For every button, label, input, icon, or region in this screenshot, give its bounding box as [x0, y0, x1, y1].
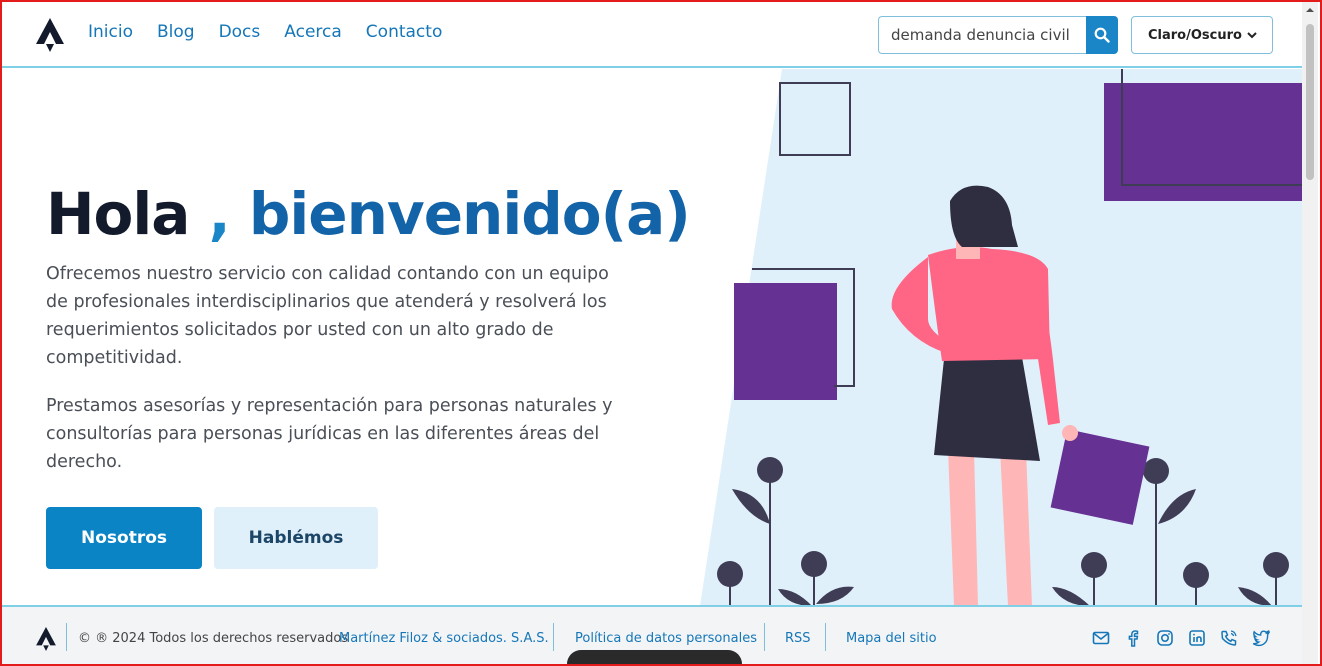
hero-paragraph-1: Ofrecemos nuestro servicio con calidad c…: [46, 264, 609, 368]
hero-title-comma: ,: [208, 180, 231, 248]
taskbar-dock: [567, 650, 742, 664]
social-icons: [1092, 629, 1270, 647]
hero-title-welcome: bienvenido(a): [248, 180, 691, 248]
browser-frame: Inicio Blog Docs Acerca Contacto Claro/O…: [0, 0, 1322, 666]
instagram-icon[interactable]: [1156, 629, 1174, 647]
facebook-icon[interactable]: [1124, 629, 1142, 647]
site-logo-icon[interactable]: [36, 18, 64, 52]
main-nav: Inicio Blog Docs Acerca Contacto: [88, 22, 466, 42]
footer-privacy-link[interactable]: Política de datos personales: [575, 631, 757, 646]
footer-divider: [764, 623, 765, 651]
hablemos-button[interactable]: Hablémos: [214, 507, 378, 569]
hero-title-hola: Hola: [46, 180, 190, 248]
nosotros-button[interactable]: Nosotros: [46, 507, 202, 569]
nav-acerca[interactable]: Acerca: [284, 22, 342, 42]
search-button[interactable]: [1086, 16, 1118, 54]
scroll-up-arrow-icon[interactable]: [1306, 6, 1314, 14]
theme-select-value: Claro/Oscuro: [1148, 27, 1242, 43]
linkedin-icon[interactable]: [1188, 629, 1206, 647]
scrollbar-thumb[interactable]: [1306, 24, 1314, 180]
footer-sitemap-link[interactable]: Mapa del sitio: [846, 631, 937, 646]
chevron-down-icon: [1247, 32, 1257, 39]
hero-title: Hola , bienvenido(a): [46, 180, 691, 248]
footer-divider: [553, 623, 554, 651]
footer-logo-icon[interactable]: [36, 627, 56, 651]
vertical-scrollbar[interactable]: [1302, 2, 1318, 664]
hero-paragraph-2: Prestamos asesorías y representación par…: [46, 396, 613, 472]
footer-divider: [66, 623, 67, 651]
nav-docs[interactable]: Docs: [219, 22, 261, 42]
theme-select[interactable]: Claro/Oscuro: [1131, 16, 1273, 54]
search-icon: [1094, 27, 1110, 43]
site-header: Inicio Blog Docs Acerca Contacto Claro/O…: [2, 2, 1304, 68]
phone-icon[interactable]: [1220, 629, 1238, 647]
purple-square-top: [1104, 83, 1304, 201]
search-box: [878, 16, 1118, 54]
nav-contacto[interactable]: Contacto: [366, 22, 443, 42]
search-input[interactable]: [878, 16, 1086, 54]
hero-illustration: [700, 69, 1304, 606]
footer-rss-link[interactable]: RSS: [785, 631, 811, 646]
nav-blog[interactable]: Blog: [157, 22, 195, 42]
purple-square-left: [734, 283, 837, 400]
footer-copyright: © ® 2024 Todos los derechos reservados: [78, 631, 349, 646]
footer-divider: [825, 623, 826, 651]
twitter-icon[interactable]: [1252, 629, 1270, 647]
mail-icon[interactable]: [1092, 629, 1110, 647]
footer-company-link[interactable]: Martínez Filoz & sociados. S.A.S.: [339, 631, 549, 646]
nav-inicio[interactable]: Inicio: [88, 22, 133, 42]
